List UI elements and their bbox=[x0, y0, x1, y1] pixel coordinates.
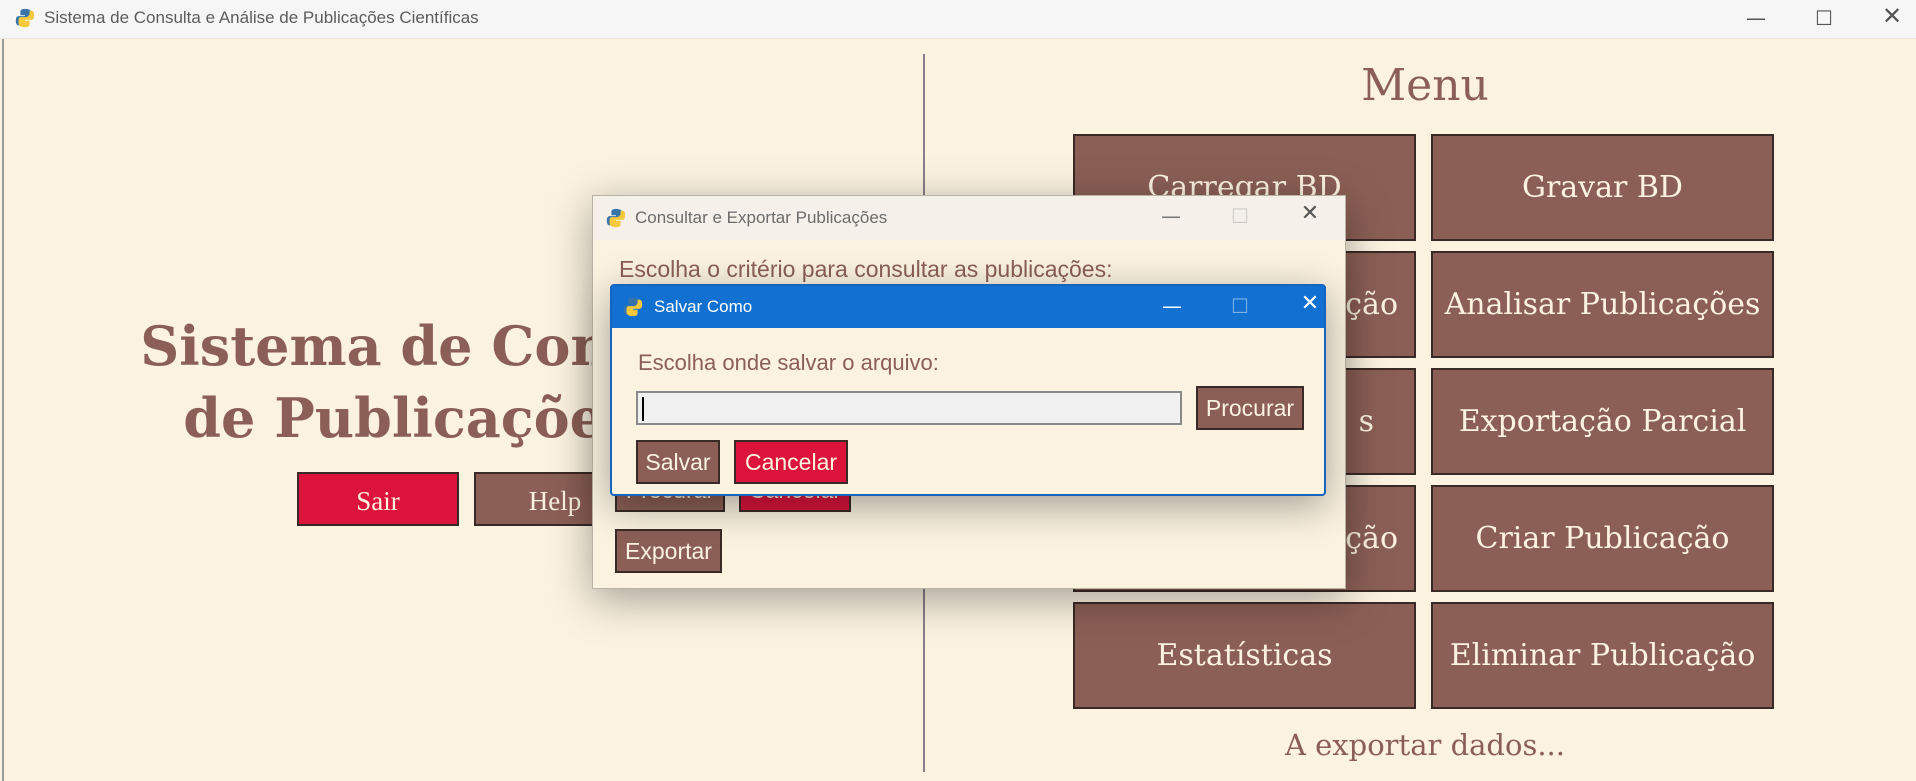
close-icon[interactable]: ✕ bbox=[1290, 293, 1330, 315]
salvar-dialog-title: Salvar Como bbox=[654, 297, 753, 316]
eliminar-publicacao-button[interactable]: Eliminar Publicação bbox=[1431, 602, 1774, 709]
sair-button[interactable]: Sair bbox=[297, 472, 459, 526]
estatisticas-button[interactable]: Estatísticas bbox=[1073, 602, 1416, 709]
minimize-icon[interactable]: — bbox=[1152, 296, 1192, 316]
main-titlebar: Sistema de Consulta e Análise de Publica… bbox=[0, 0, 1916, 39]
minimize-icon[interactable]: — bbox=[1736, 8, 1776, 28]
criar-publicacao-button[interactable]: Criar Publicação bbox=[1431, 485, 1774, 592]
gravar-bd-button[interactable]: Gravar BD bbox=[1431, 134, 1774, 241]
python-icon bbox=[606, 208, 626, 228]
minimize-icon[interactable]: — bbox=[1151, 206, 1191, 226]
maximize-icon: ☐ bbox=[1231, 204, 1249, 228]
window-title: Sistema de Consulta e Análise de Publica… bbox=[44, 8, 479, 27]
status-text: A exportar dados... bbox=[1284, 728, 1565, 762]
maximize-icon[interactable]: ☐ bbox=[1804, 8, 1844, 28]
text-caret bbox=[642, 397, 644, 421]
python-icon bbox=[15, 8, 35, 28]
salvar-dialog-titlebar: Salvar Como — ☐ ✕ bbox=[612, 286, 1324, 328]
maximize-icon: ☐ bbox=[1231, 294, 1249, 318]
close-icon[interactable]: ✕ bbox=[1290, 203, 1330, 225]
salvar-procurar-button[interactable]: Procurar bbox=[1196, 386, 1304, 430]
exportacao-parcial-button[interactable]: Exportação Parcial bbox=[1431, 368, 1774, 475]
salvar-como-dialog: Salvar Como — ☐ ✕ Escolha onde salvar o … bbox=[610, 284, 1326, 496]
consultar-dialog-titlebar: Consultar e Exportar Publicações — ☐ ✕ bbox=[593, 196, 1345, 240]
salvar-button[interactable]: Salvar bbox=[636, 440, 720, 484]
close-icon[interactable]: ✕ bbox=[1872, 4, 1912, 28]
salvar-prompt: Escolha onde salvar o arquivo: bbox=[638, 350, 939, 375]
exportar-button[interactable]: Exportar bbox=[615, 529, 722, 573]
python-icon bbox=[623, 297, 643, 317]
consultar-dialog-title: Consultar e Exportar Publicações bbox=[635, 208, 888, 227]
consultar-prompt: Escolha o critério para consultar as pub… bbox=[619, 256, 1113, 282]
file-path-input[interactable] bbox=[636, 391, 1182, 425]
analisar-publicacoes-button[interactable]: Analisar Publicações bbox=[1431, 251, 1774, 358]
menu-title: Menu bbox=[1361, 60, 1489, 111]
salvar-cancelar-button[interactable]: Cancelar bbox=[734, 440, 848, 484]
